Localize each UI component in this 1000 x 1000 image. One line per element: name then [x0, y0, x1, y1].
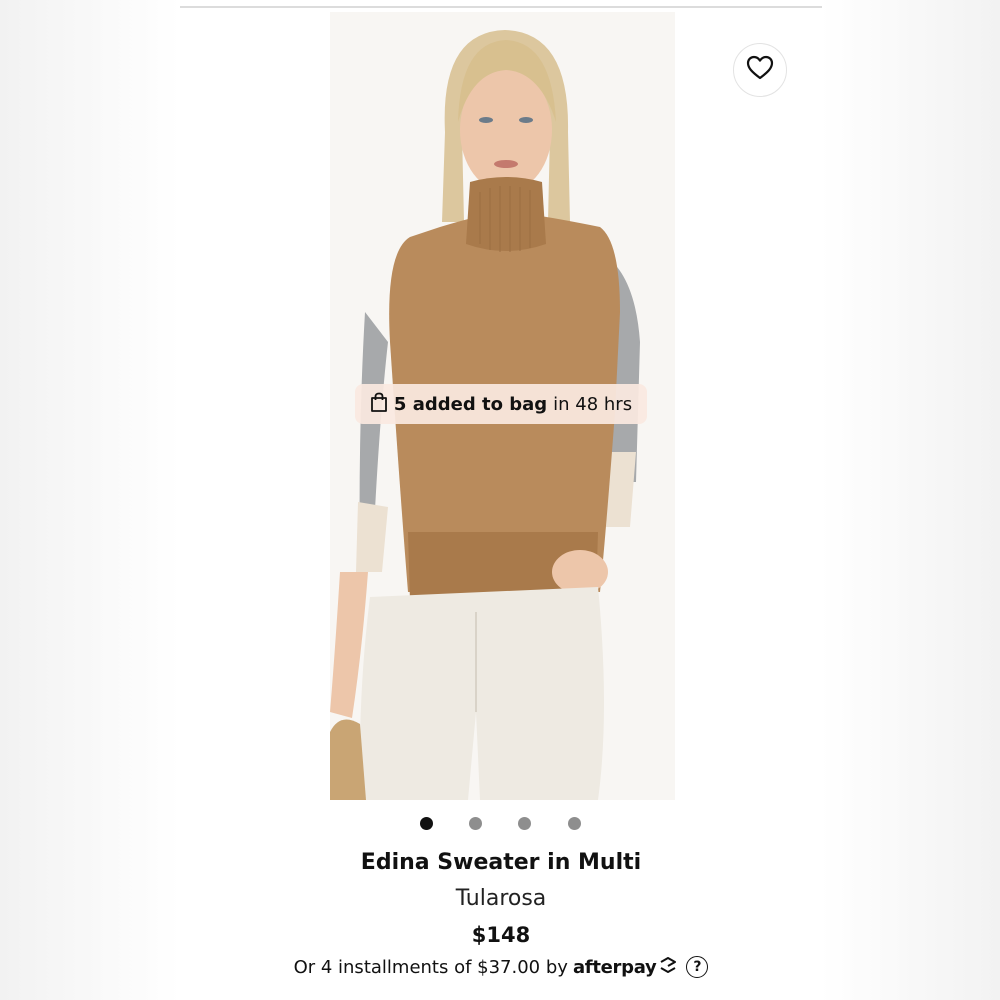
product-brand[interactable]: Tularosa: [180, 886, 822, 911]
carousel-dots: [180, 817, 822, 831]
afterpay-wordmark: afterpay: [572, 956, 657, 978]
favorite-button[interactable]: [733, 43, 787, 97]
badge-time-text: in 48 hrs: [553, 393, 633, 415]
heart-icon: [746, 55, 774, 85]
product-title: Edina Sweater in Multi: [360, 850, 642, 875]
product-card: 5 added to bag in 48 hrs Edina Sweater i…: [180, 0, 822, 1000]
product-price: $148: [471, 923, 531, 947]
popularity-badge: 5 added to bag in 48 hrs: [355, 384, 647, 424]
afterpay-arrows-icon: [658, 956, 678, 978]
question-mark-icon[interactable]: ?: [686, 956, 709, 978]
product-page: 5 added to bag in 48 hrs Edina Sweater i…: [0, 0, 1000, 1000]
afterpay-logo: afterpay: [572, 956, 678, 978]
carousel-dot[interactable]: [518, 817, 531, 830]
shopping-bag-icon: [370, 392, 388, 417]
carousel-dot[interactable]: [420, 817, 433, 830]
installments-text: Or 4 installments of $37.00 by: [293, 956, 568, 978]
carousel-dot[interactable]: [568, 817, 581, 830]
installments-row: Or 4 installments of $37.00 by afterpay …: [180, 956, 822, 978]
carousel-dot[interactable]: [469, 817, 482, 830]
badge-count-text: 5 added to bag: [393, 393, 548, 415]
top-divider: [180, 6, 822, 8]
